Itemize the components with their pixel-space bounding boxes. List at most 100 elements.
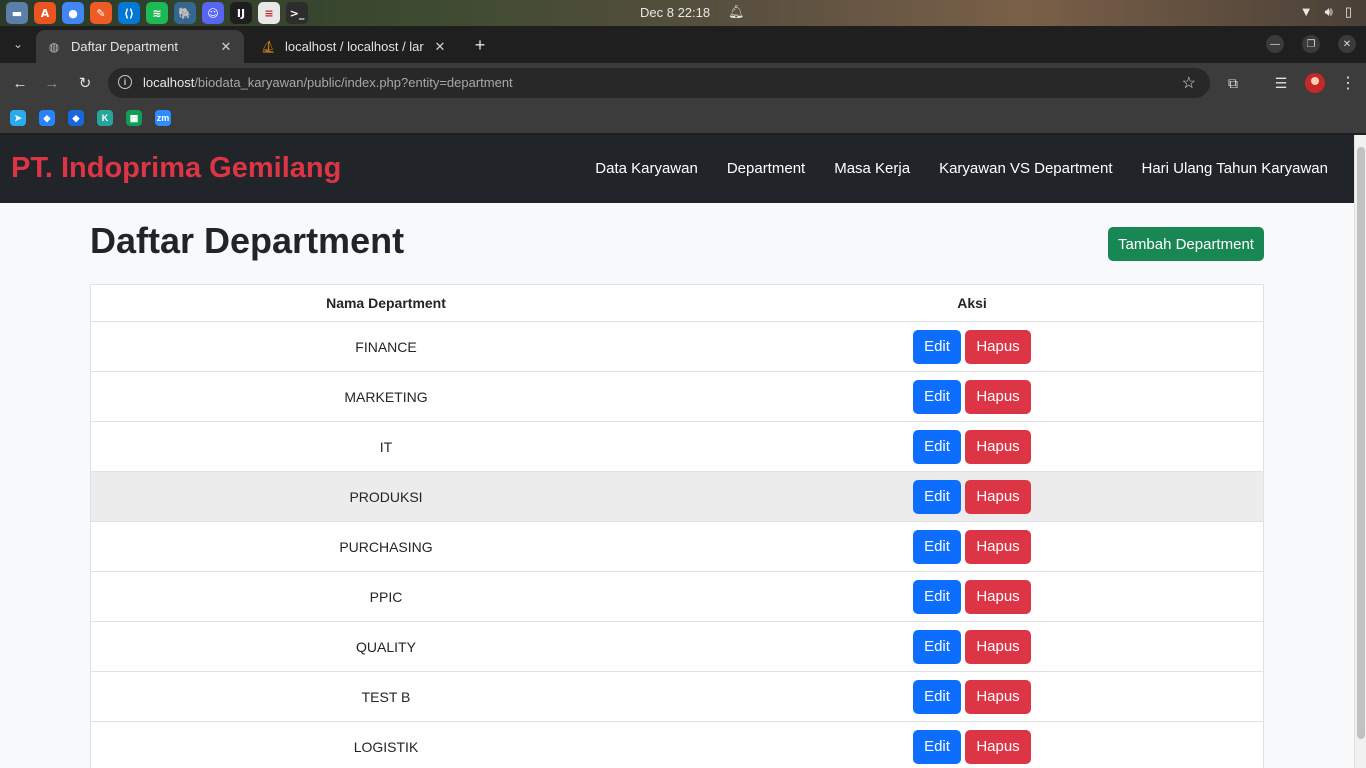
brand-logo-text[interactable]: PT. Indoprima Gemilang xyxy=(11,152,341,185)
table-row: FINANCE Edit Hapus xyxy=(91,322,1263,372)
tab-title: localhost / localhost / lar xyxy=(285,39,424,54)
edit-button[interactable]: Edit xyxy=(913,729,961,764)
tab-search-chevron-icon[interactable]: ⌄ xyxy=(8,34,28,54)
delete-button[interactable]: Hapus xyxy=(965,479,1031,514)
discord-icon[interactable]: ☺ xyxy=(202,2,224,24)
menu-kebab-icon[interactable]: ⋮ xyxy=(1340,73,1356,93)
k-bookmark-icon[interactable]: K xyxy=(97,110,113,126)
tab-phpmyadmin[interactable]: ⛵︎ localhost / localhost / lar ✕ xyxy=(250,30,458,63)
notification-bell-icon[interactable]: 🔔︎ xyxy=(728,4,745,20)
spotify-icon[interactable]: ≋ xyxy=(146,2,168,24)
delete-button[interactable]: Hapus xyxy=(965,679,1031,714)
table-row: PPIC Edit Hapus xyxy=(91,572,1263,622)
system-tray[interactable]: ▼ 🔊︎ ▯ xyxy=(1300,4,1352,20)
edit-button[interactable]: Edit xyxy=(913,479,961,514)
zoom-bookmark-icon[interactable]: zm xyxy=(155,110,171,126)
url-text: localhost/biodata_karyawan/public/index.… xyxy=(143,75,513,90)
row-actions: Edit Hapus xyxy=(681,479,1263,514)
nav-link-masa-kerja[interactable]: Masa Kerja xyxy=(834,160,910,177)
edit-button[interactable]: Edit xyxy=(913,529,961,564)
jira-alt-bookmark-icon[interactable]: ◆ xyxy=(68,110,84,126)
files-icon[interactable]: ▬ xyxy=(6,2,28,24)
reload-icon[interactable]: ↻ xyxy=(75,73,95,93)
site-navbar: PT. Indoprima Gemilang Data Karyawan Depa… xyxy=(0,135,1354,203)
page-title: Daftar Department xyxy=(90,220,405,261)
jira-bookmark-icon[interactable]: ◆ xyxy=(39,110,55,126)
edit-button[interactable]: Edit xyxy=(913,579,961,614)
forward-arrow-icon[interactable]: → xyxy=(42,73,62,93)
header-aksi: Aksi xyxy=(957,295,987,311)
media-queue-icon[interactable]: ☰ xyxy=(1271,73,1291,93)
url-host: localhost xyxy=(143,75,195,90)
maximize-icon[interactable]: ❐ xyxy=(1302,35,1320,53)
url-path: /biodata_karyawan/public/index.php?entit… xyxy=(194,75,513,90)
department-name: LOGISTIK xyxy=(353,738,419,755)
tab-daftar-department[interactable]: ◍ Daftar Department ✕ xyxy=(36,30,244,63)
text-editor-icon[interactable]: ≡ xyxy=(258,2,280,24)
header-nama-department: Nama Department xyxy=(326,295,446,311)
table-header: Nama Department Aksi xyxy=(91,285,1263,322)
add-department-button[interactable]: Tambah Department xyxy=(1108,227,1264,261)
department-name: PPIC xyxy=(369,588,403,605)
table-row: LOGISTIK Edit Hapus xyxy=(91,722,1263,768)
row-actions: Edit Hapus xyxy=(681,629,1263,664)
delete-button[interactable]: Hapus xyxy=(965,379,1031,414)
table-row: MARKETING Edit Hapus xyxy=(91,372,1263,422)
chrome-icon[interactable]: ● xyxy=(62,2,84,24)
department-name: FINANCE xyxy=(355,338,417,355)
site-info-icon[interactable]: i xyxy=(118,75,132,89)
table-row: PURCHASING Edit Hapus xyxy=(91,522,1263,572)
delete-button[interactable]: Hapus xyxy=(965,729,1031,764)
vscode-icon[interactable]: ⟨⟩ xyxy=(118,2,140,24)
clock[interactable]: Dec 8 22:18 xyxy=(640,5,710,20)
phpmyadmin-icon: ⛵︎ xyxy=(260,39,276,54)
bookmark-star-icon[interactable]: ☆ xyxy=(1182,73,1196,93)
extensions-puzzle-icon[interactable]: ⧉ xyxy=(1223,73,1243,93)
app-store-icon[interactable]: A xyxy=(34,2,56,24)
postman-icon[interactable]: ✎ xyxy=(90,2,112,24)
terminal-icon[interactable]: >_ xyxy=(286,2,308,24)
department-table: Nama Department Aksi FINANCE Edit Hapus MAR… xyxy=(90,284,1264,768)
row-actions: Edit Hapus xyxy=(681,529,1263,564)
close-tab-icon[interactable]: ✕ xyxy=(218,39,234,55)
new-tab-plus-icon[interactable]: + xyxy=(470,35,490,55)
delete-button[interactable]: Hapus xyxy=(965,329,1031,364)
nav-link-department[interactable]: Department xyxy=(727,160,805,177)
delete-button[interactable]: Hapus xyxy=(965,579,1031,614)
row-actions: Edit Hapus xyxy=(681,679,1263,714)
page-scrollbar[interactable] xyxy=(1354,135,1366,768)
edit-button[interactable]: Edit xyxy=(913,429,961,464)
row-actions: Edit Hapus xyxy=(681,379,1263,414)
department-name: TEST B xyxy=(361,688,411,705)
edit-button[interactable]: Edit xyxy=(913,329,961,364)
delete-button[interactable]: Hapus xyxy=(965,429,1031,464)
delete-button[interactable]: Hapus xyxy=(965,629,1031,664)
nav-link-data-karyawan[interactable]: Data Karyawan xyxy=(595,160,698,177)
minimize-icon[interactable]: — xyxy=(1266,35,1284,53)
wifi-icon: ▼ xyxy=(1299,4,1313,19)
close-window-icon[interactable]: ✕ xyxy=(1338,35,1356,53)
row-actions: Edit Hapus xyxy=(681,579,1263,614)
close-tab-icon[interactable]: ✕ xyxy=(432,39,448,55)
telegram-bookmark-icon[interactable]: ➤ xyxy=(10,110,26,126)
nav-link-hari-ulang-tahun-karyawan[interactable]: Hari Ulang Tahun Karyawan xyxy=(1142,160,1329,177)
delete-button[interactable]: Hapus xyxy=(965,529,1031,564)
edit-button[interactable]: Edit xyxy=(913,379,961,414)
os-top-bar: ▬ A ● ✎ ⟨⟩ ≋ 🐘 ☺ IJ ≡ >_ Dec 8 22:18 🔔︎ ▼ 🔊︎ ▯ xyxy=(0,0,1366,26)
intellij-icon[interactable]: IJ xyxy=(230,2,252,24)
row-actions: Edit Hapus xyxy=(681,329,1263,364)
department-name: MARKETING xyxy=(344,388,428,405)
address-bar[interactable]: i localhost/biodata_karyawan/public/inde… xyxy=(108,68,1210,98)
profile-avatar[interactable] xyxy=(1305,73,1325,93)
nav-link-karyawan-vs-department[interactable]: Karyawan VS Department xyxy=(939,160,1112,177)
postgres-icon[interactable]: 🐘 xyxy=(174,2,196,24)
sheets-bookmark-icon[interactable]: ▦ xyxy=(126,110,142,126)
edit-button[interactable]: Edit xyxy=(913,629,961,664)
table-body: FINANCE Edit Hapus MARKETING Edit Hapus IT Edit… xyxy=(91,322,1263,768)
table-row: QUALITY Edit Hapus xyxy=(91,622,1263,672)
edit-button[interactable]: Edit xyxy=(913,679,961,714)
back-arrow-icon[interactable]: ← xyxy=(10,73,30,93)
nav-links: Data Karyawan Department Masa Kerja Karyawa… xyxy=(595,160,1328,177)
scrollbar-thumb[interactable] xyxy=(1357,147,1365,739)
page-viewport: PT. Indoprima Gemilang Data Karyawan Depa… xyxy=(0,135,1366,768)
